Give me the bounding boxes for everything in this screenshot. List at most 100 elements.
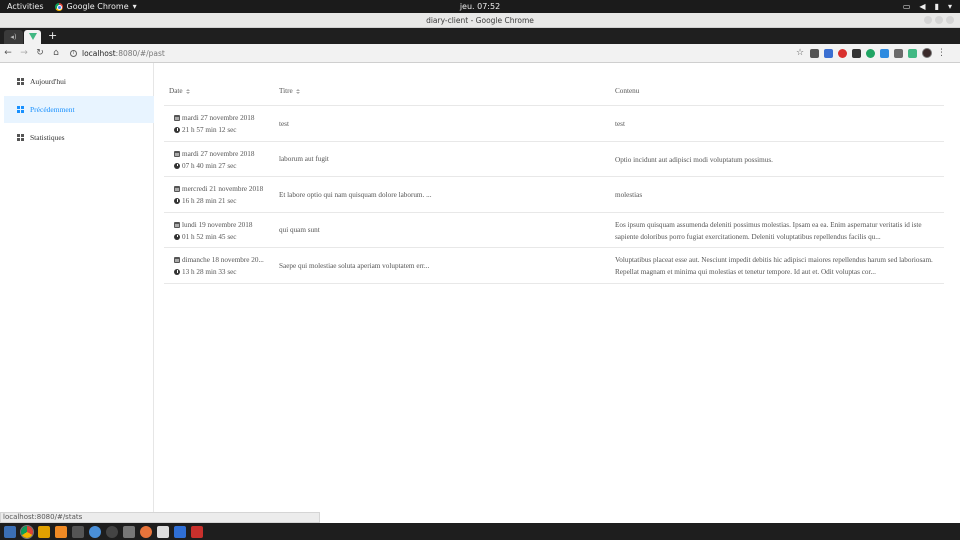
sort-icon[interactable]: [295, 88, 300, 94]
vue-favicon-icon: [29, 33, 37, 40]
calendar-icon: [174, 186, 180, 192]
home-icon[interactable]: ⌂: [48, 48, 64, 58]
url-host: localhost: [82, 48, 116, 58]
entry-duration: 01 h 52 min 45 sec: [182, 232, 237, 241]
volume-icon: ◀: [919, 2, 926, 11]
vue-extension-icon[interactable]: [908, 48, 917, 58]
vue-devtools-extension-icon[interactable]: [880, 48, 889, 58]
entry-duration: 07 h 40 min 27 sec: [182, 161, 237, 170]
app-taskbar-icon[interactable]: [174, 525, 186, 538]
new-tab-button[interactable]: +: [48, 29, 57, 42]
reload-icon[interactable]: ↻: [32, 48, 48, 58]
sort-icon[interactable]: [185, 88, 190, 94]
main-content: Date Titre Contenu mardi 27 novembre 201…: [154, 63, 960, 524]
audio-icon: ◂): [10, 33, 17, 41]
extension-icon[interactable]: [824, 48, 833, 58]
minimize-button[interactable]: [924, 16, 932, 24]
entry-duration: 16 h 28 min 21 sec: [182, 197, 237, 205]
entry-content: molestias: [615, 191, 643, 199]
app-taskbar-icon[interactable]: [140, 525, 152, 538]
table-header: Date Titre Contenu: [164, 79, 944, 106]
entry-title: test: [279, 119, 289, 128]
grammarly-extension-icon[interactable]: [866, 48, 875, 58]
taskbar: [0, 523, 960, 540]
battery-icon: ▮: [934, 2, 939, 11]
caret-down-icon: ▾: [132, 2, 137, 11]
app-taskbar-icon[interactable]: [72, 525, 84, 538]
sidebar-item-statistiques[interactable]: Statistiques: [4, 124, 154, 151]
app-taskbar-icon[interactable]: [106, 525, 118, 538]
sidebar-item-aujourdhui[interactable]: Aujourd'hui: [4, 68, 154, 95]
sidebar-item-label: Précédemment: [30, 105, 75, 114]
profile-avatar[interactable]: [922, 48, 932, 58]
table-row[interactable]: mardi 27 novembre 2018 07 h 40 min 27 se…: [164, 142, 944, 177]
column-header-label: Contenu: [615, 87, 640, 95]
pocket-extension-icon[interactable]: [810, 48, 819, 58]
sidebar-item-precedemment[interactable]: Précédemment: [4, 96, 154, 123]
entry-title: Et labore optio qui nam quisquam dolore …: [279, 190, 432, 199]
grid-icon: [17, 78, 24, 85]
tab-strip: ◂) +: [0, 28, 960, 44]
column-header-title[interactable]: Titre: [279, 87, 300, 95]
extension-icon[interactable]: [894, 48, 903, 58]
system-top-bar: Activities Google Chrome ▾ jeu. 07:52 ▭ …: [0, 0, 960, 13]
calendar-icon: [174, 150, 180, 157]
column-header-date[interactable]: Date: [169, 87, 190, 95]
activities-button[interactable]: Activities: [7, 2, 44, 11]
app-menu-label: Google Chrome: [66, 2, 129, 11]
app-menu[interactable]: Google Chrome ▾: [54, 2, 137, 11]
entries-table: Date Titre Contenu mardi 27 novembre 201…: [164, 79, 944, 284]
entry-date: mardi 27 novembre 2018: [182, 149, 255, 158]
network-icon: ▭: [902, 2, 911, 11]
browser-toolbar: ← → ↻ ⌂ i localhost:8080/#/past ☆ ⋮: [0, 44, 960, 63]
window-title-bar: diary-client - Google Chrome: [0, 13, 960, 28]
close-button[interactable]: [946, 16, 954, 24]
clock-icon: [174, 162, 180, 169]
system-menu-caret-icon: ▾: [947, 2, 952, 11]
bookmark-star-icon[interactable]: ☆: [796, 48, 805, 58]
entry-title: Saepe qui molestiae soluta aperiam volup…: [279, 261, 430, 270]
table-row[interactable]: mardi 27 novembre 2018 21 h 57 min 12 se…: [164, 106, 944, 142]
entry-title: laborum aut fugit: [279, 155, 329, 163]
app-taskbar-icon[interactable]: [89, 525, 101, 538]
entry-content: Eos ipsum quisquam assumenda deleniti po…: [615, 220, 922, 241]
calendar-icon: [174, 221, 180, 228]
adblock-extension-icon[interactable]: [838, 48, 847, 58]
extension-icon[interactable]: [852, 48, 861, 58]
forward-arrow-icon[interactable]: →: [16, 48, 32, 58]
tab-pinned[interactable]: ◂): [4, 30, 23, 44]
entry-date: dimanche 18 novembre 20...: [182, 256, 264, 264]
tab-diary-client[interactable]: [24, 30, 41, 44]
date-cell: dimanche 18 novembre 20... 13 h 28 min 3…: [174, 254, 269, 278]
table-row[interactable]: mercredi 21 novembre 2018 16 h 28 min 21…: [164, 177, 944, 213]
app-taskbar-icon[interactable]: [191, 525, 203, 538]
maximize-button[interactable]: [935, 16, 943, 24]
table-row[interactable]: dimanche 18 novembre 20... 13 h 28 min 3…: [164, 248, 944, 284]
entry-date: lundi 19 novembre 2018: [182, 220, 253, 229]
chrome-icon: [54, 2, 63, 11]
system-tray[interactable]: ▭ ◀ ▮ ▾: [903, 2, 952, 11]
app-taskbar-icon[interactable]: [157, 525, 169, 538]
chrome-taskbar-icon[interactable]: [20, 524, 34, 539]
grid-icon: [17, 134, 24, 141]
clock-icon: [174, 269, 180, 275]
app-taskbar-icon[interactable]: [123, 525, 135, 538]
chrome-menu-icon[interactable]: ⋮: [937, 48, 946, 58]
app-taskbar-icon[interactable]: [55, 525, 67, 538]
clock[interactable]: jeu. 07:52: [0, 2, 960, 11]
link-status-bubble: localhost:8080/#/stats: [0, 512, 320, 523]
entry-content: Optio incidunt aut adipisci modi volupta…: [615, 155, 773, 164]
app-sidebar: Aujourd'hui Précédemment Statistiques: [0, 63, 154, 524]
date-cell: mardi 27 novembre 2018 07 h 40 min 27 se…: [174, 148, 269, 172]
grid-icon: [17, 106, 24, 113]
entry-duration: 21 h 57 min 12 sec: [182, 126, 237, 134]
extensions-area: ☆ ⋮: [796, 48, 946, 58]
sidebar-item-label: Statistiques: [30, 133, 65, 142]
show-desktop-icon[interactable]: [4, 525, 16, 538]
table-row[interactable]: lundi 19 novembre 2018 01 h 52 min 45 se…: [164, 213, 944, 248]
site-info-icon[interactable]: i: [70, 49, 77, 57]
window-title: diary-client - Google Chrome: [426, 16, 534, 25]
files-taskbar-icon[interactable]: [38, 525, 50, 538]
back-arrow-icon[interactable]: ←: [0, 48, 16, 58]
address-bar[interactable]: i localhost:8080/#/past: [70, 49, 165, 58]
